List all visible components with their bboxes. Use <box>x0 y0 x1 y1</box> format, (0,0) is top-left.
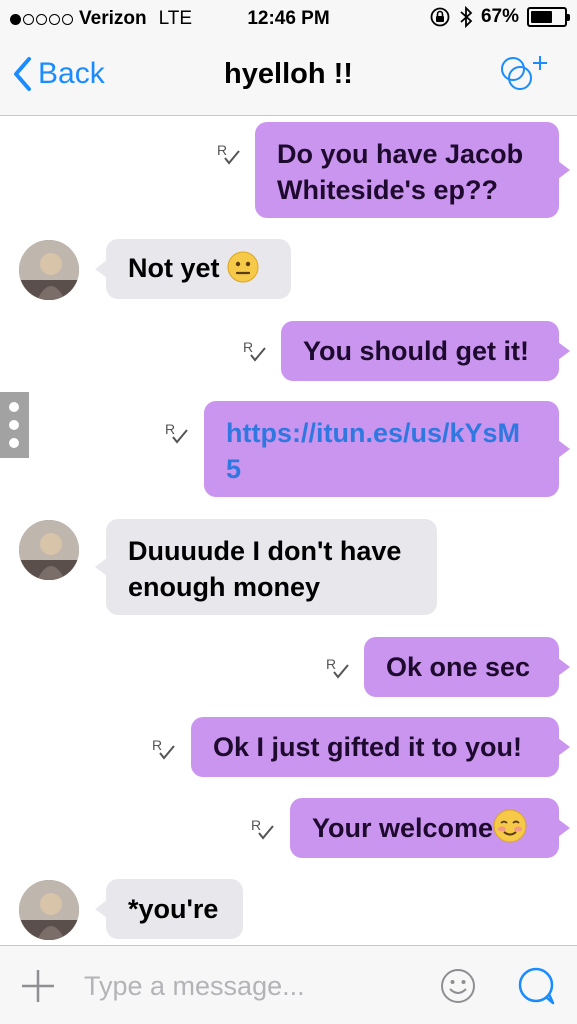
message-text-line: You should get it! <box>303 336 529 366</box>
avatar-image <box>19 240 79 300</box>
smiley-icon[interactable] <box>440 968 476 1004</box>
message-text-line: Ok I just gifted it to you! <box>213 732 522 762</box>
read-receipt-icon: R <box>152 737 175 760</box>
message-text-line: Ok one sec <box>386 652 531 682</box>
message-bubble[interactable]: *you're <box>95 879 243 939</box>
read-receipt-icon: R <box>165 421 188 444</box>
svg-text:R: R <box>165 421 175 437</box>
avatar[interactable] <box>19 240 79 300</box>
message-text-line: enough money <box>128 572 321 602</box>
add-participant-icon[interactable] <box>497 52 551 96</box>
message-bubble[interactable]: https://itun.es/us/kYsM 5 <box>204 401 570 497</box>
chat-bubble-icon[interactable] <box>516 966 556 1006</box>
message-input-bar <box>0 945 577 1024</box>
neutral-face-emoji <box>227 251 259 283</box>
message-input[interactable] <box>84 968 404 1004</box>
navigation-bar: Back hyelloh !! <box>0 38 577 116</box>
message-link[interactable]: 5 <box>226 451 537 487</box>
svg-text:R: R <box>243 339 253 355</box>
message-link[interactable]: https://itun.es/us/kYsM <box>226 415 537 451</box>
side-menu-handle[interactable] <box>0 392 29 458</box>
message-text-line: *you're <box>128 894 219 924</box>
svg-text:R: R <box>251 817 261 833</box>
message-text-line: Not yet <box>128 253 220 283</box>
status-right: 67% <box>429 6 570 28</box>
svg-text:R: R <box>217 142 227 158</box>
read-receipt-icon: R <box>251 817 274 840</box>
bluetooth-icon <box>460 6 473 28</box>
conversation-title: hyelloh !! <box>224 58 353 90</box>
message-text-line: Your welcome <box>312 813 494 843</box>
battery-level <box>531 11 553 23</box>
read-receipt-icon: R <box>217 142 240 165</box>
avatar-image <box>19 520 79 580</box>
message-text-line: Whiteside's ep?? <box>277 175 498 205</box>
smiling-blush-emoji <box>493 809 527 843</box>
message-bubble[interactable]: Duuuude I don't have enough money <box>95 519 437 615</box>
message-bubble[interactable]: Ok I just gifted it to you! <box>191 717 570 777</box>
message-bubble[interactable]: Not yet <box>95 239 291 299</box>
avatar-image <box>19 880 79 940</box>
rotation-lock-icon <box>430 7 450 27</box>
message-text-line: Do you have Jacob <box>277 139 524 169</box>
svg-text:R: R <box>326 656 336 672</box>
message-bubble[interactable]: Ok one sec <box>364 637 570 697</box>
message-bubble[interactable]: Do you have Jacob Whiteside's ep?? <box>255 122 570 218</box>
battery-percentage: 67% <box>480 6 519 27</box>
plus-icon[interactable] <box>20 968 56 1004</box>
message-bubble[interactable]: Your welcome <box>290 798 570 858</box>
read-receipt-icon: R <box>243 339 266 362</box>
avatar[interactable] <box>19 880 79 940</box>
message-text-line: Duuuude I don't have <box>128 536 402 566</box>
avatar[interactable] <box>19 520 79 580</box>
status-bar: Verizon LTE 12:46 PM 67% <box>0 0 577 38</box>
message-bubble[interactable]: You should get it! <box>281 321 570 381</box>
read-receipt-icon: R <box>326 656 349 679</box>
battery-icon <box>527 7 570 27</box>
svg-text:R: R <box>152 737 162 753</box>
